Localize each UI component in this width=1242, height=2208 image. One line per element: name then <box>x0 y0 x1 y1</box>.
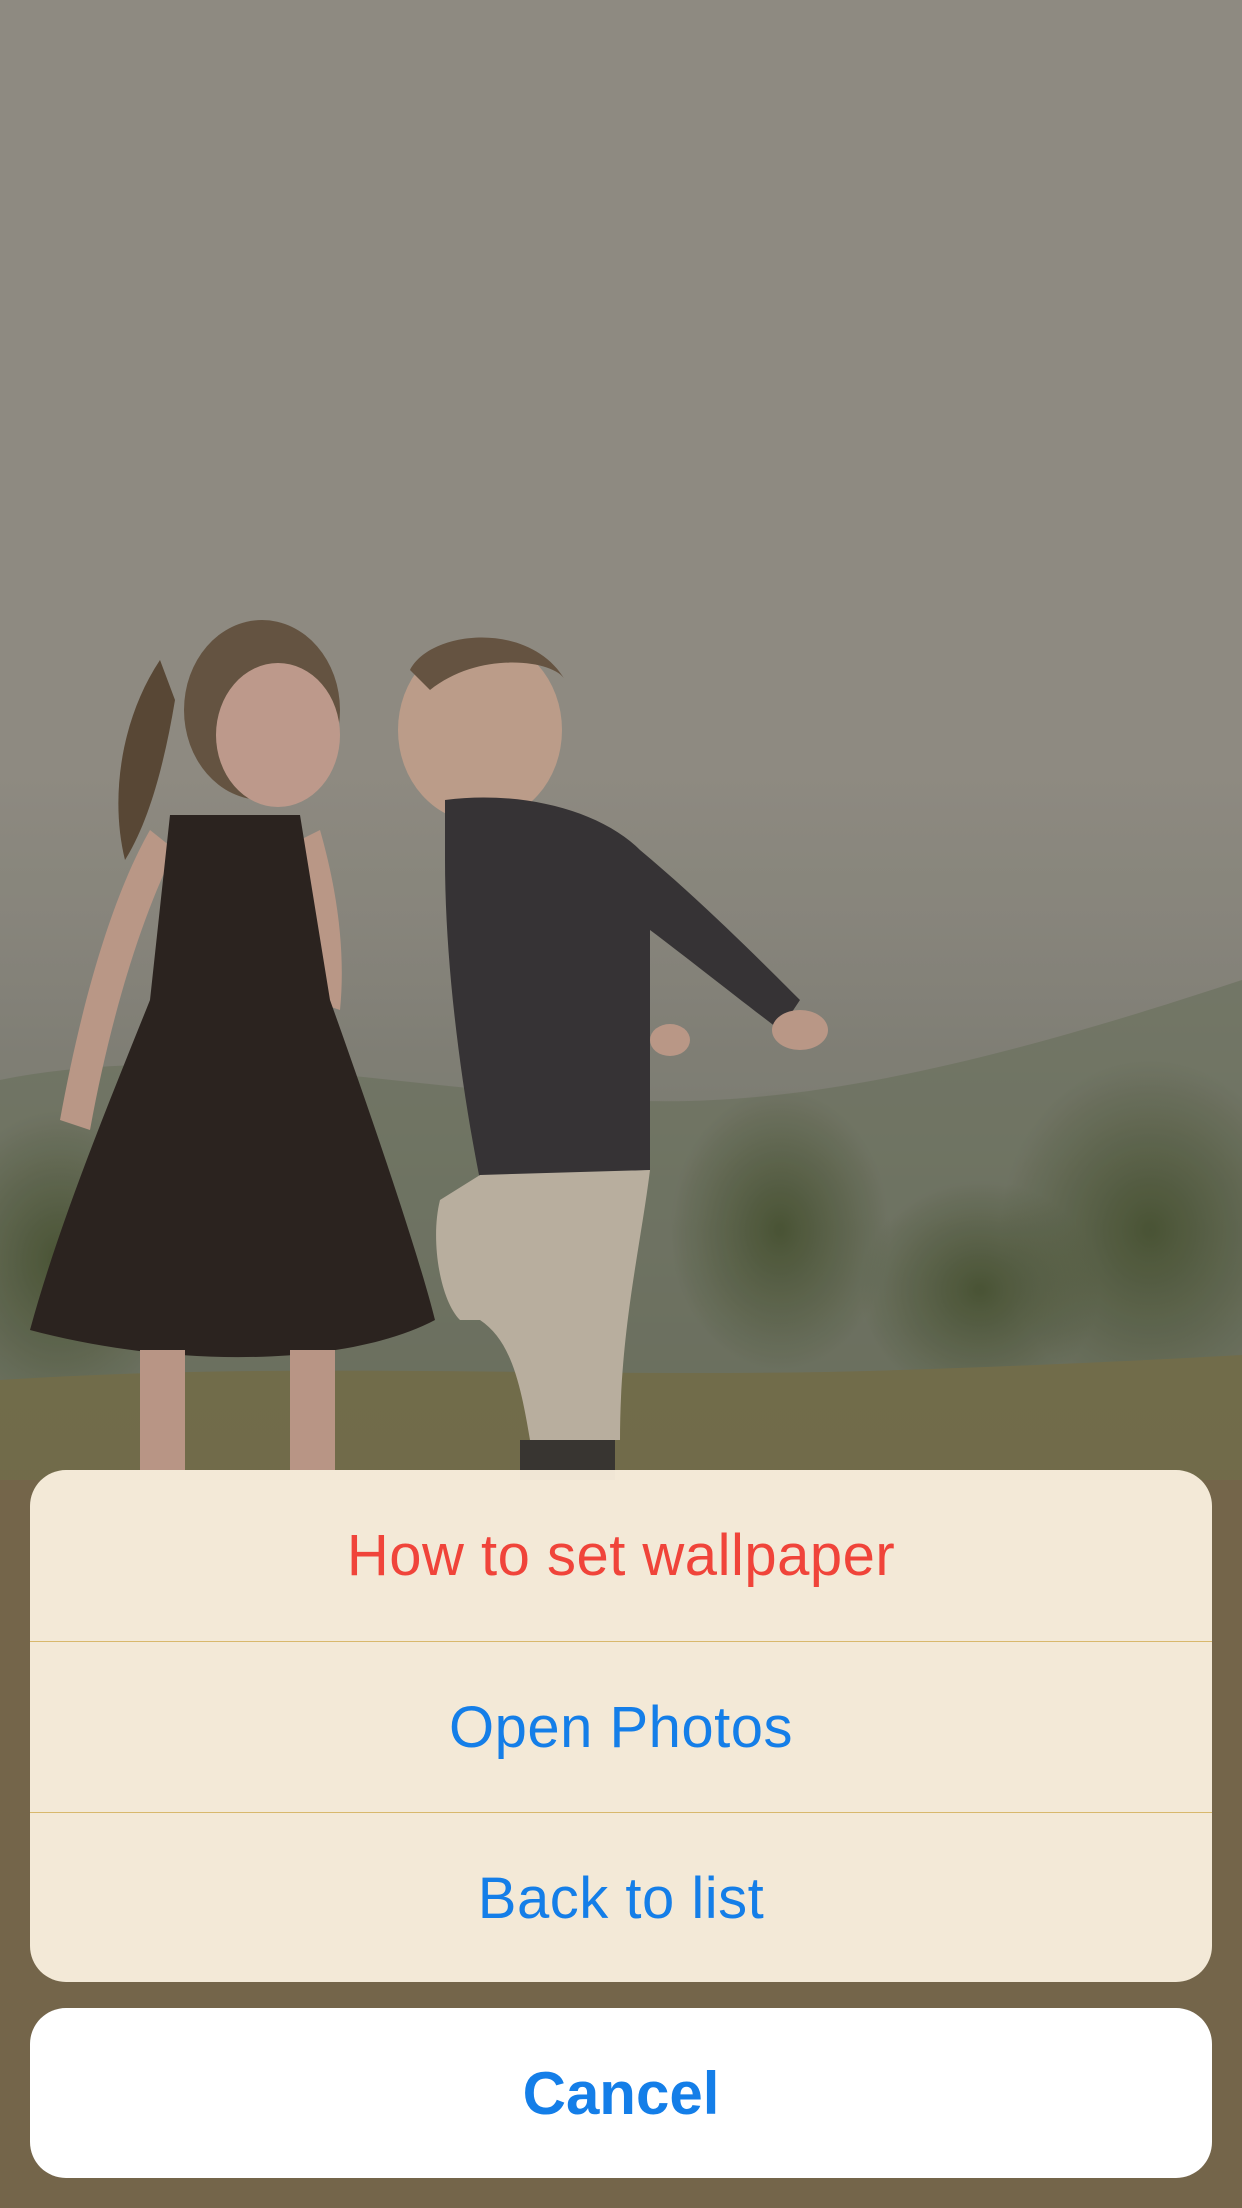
action-sheet: How to set wallpaper Open Photos Back to… <box>30 1470 1212 1982</box>
cancel-button[interactable]: Cancel <box>30 2008 1212 2178</box>
wallpaper-preview-screen: How to set wallpaper Open Photos Back to… <box>0 0 1242 2208</box>
how-to-set-wallpaper-button[interactable]: How to set wallpaper <box>30 1470 1212 1641</box>
open-photos-button[interactable]: Open Photos <box>30 1642 1212 1812</box>
back-to-list-button[interactable]: Back to list <box>30 1813 1212 1982</box>
